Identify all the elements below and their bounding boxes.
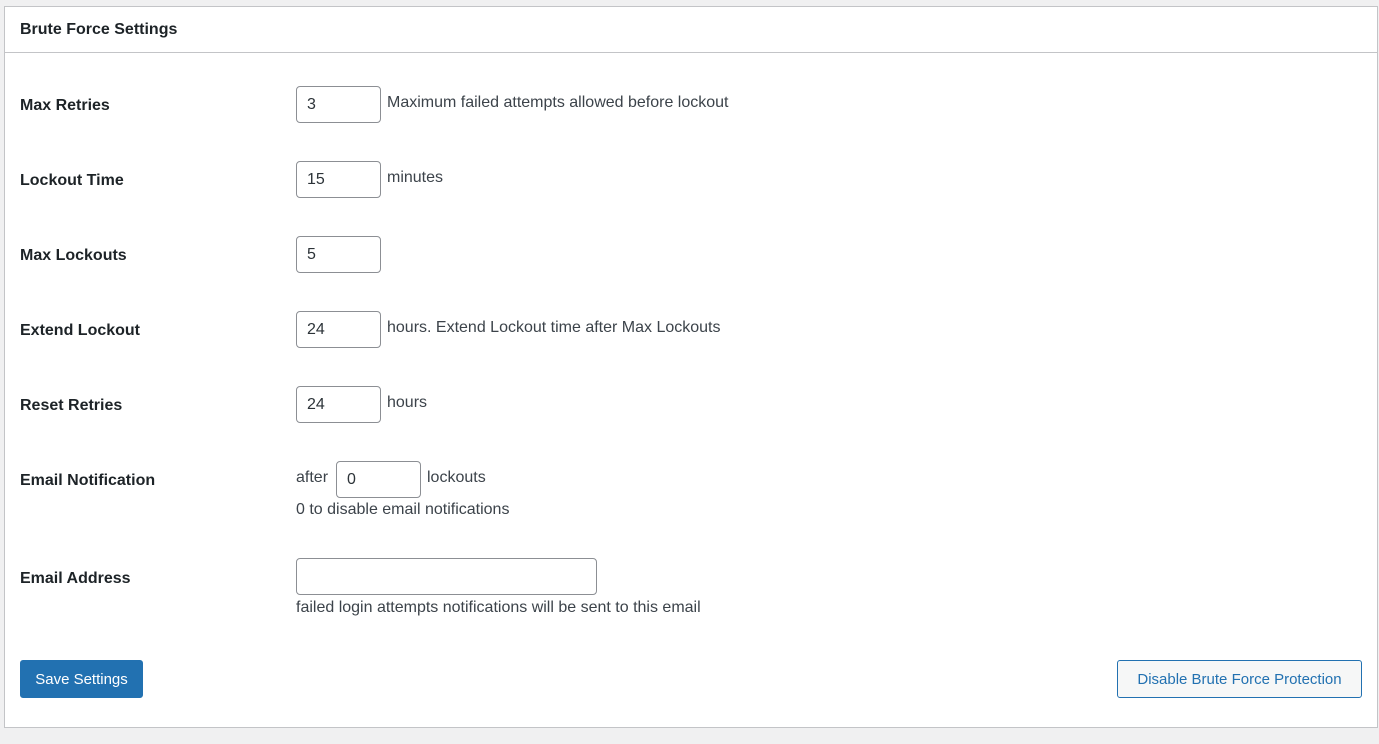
email-notification-label: Email Notification	[20, 472, 156, 489]
reset-retries-hint: hours	[387, 394, 428, 411]
max-retries-input[interactable]	[296, 86, 381, 123]
panel-header: Brute Force Settings	[5, 7, 1377, 53]
lockout-time-input[interactable]	[296, 161, 381, 198]
brute-force-settings-panel: Brute Force Settings Max Retries Maximum…	[4, 6, 1378, 728]
email-notification-input[interactable]	[336, 461, 421, 498]
max-lockouts-input[interactable]	[296, 236, 381, 273]
max-retries-hint: Maximum failed attempts allowed before l…	[387, 94, 729, 111]
save-settings-button[interactable]: Save Settings	[20, 660, 143, 698]
lockout-time-hint: minutes	[387, 169, 444, 186]
reset-retries-input[interactable]	[296, 386, 381, 423]
panel-title: Brute Force Settings	[20, 21, 178, 38]
max-lockouts-label: Max Lockouts	[20, 247, 127, 264]
disable-brute-force-button[interactable]: Disable Brute Force Protection	[1117, 660, 1362, 698]
max-retries-label: Max Retries	[20, 97, 110, 114]
extend-lockout-input[interactable]	[296, 311, 381, 348]
email-address-label: Email Address	[20, 570, 131, 587]
email-address-input[interactable]	[296, 558, 597, 595]
email-address-note: failed login attempts notifications will…	[296, 599, 701, 616]
email-notification-prefix: after	[296, 469, 329, 486]
extend-lockout-label: Extend Lockout	[20, 322, 141, 339]
extend-lockout-hint: hours. Extend Lockout time after Max Loc…	[387, 319, 721, 336]
email-notification-suffix: lockouts	[427, 469, 486, 486]
lockout-time-label: Lockout Time	[20, 172, 124, 189]
reset-retries-label: Reset Retries	[20, 397, 123, 414]
email-notification-note: 0 to disable email notifications	[296, 501, 510, 518]
